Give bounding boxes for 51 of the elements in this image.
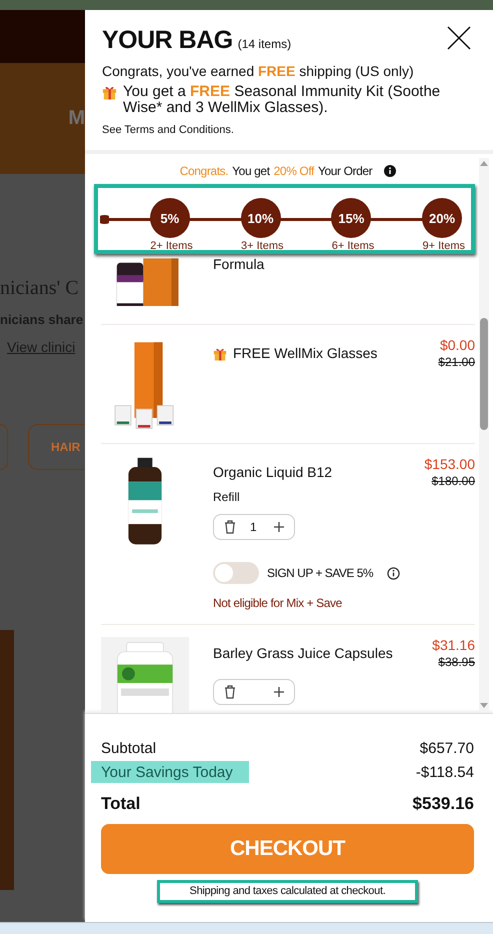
quantity-stepper[interactable]: [213, 679, 295, 705]
subscribe-toggle[interactable]: [213, 562, 259, 584]
original-price: $21.00: [438, 355, 475, 369]
trash-icon[interactable]: [224, 520, 236, 534]
tier-badge: 20%: [422, 198, 462, 238]
checkout-note: Shipping and taxes calculated at checkout.: [156, 880, 418, 903]
product-variant: Refill: [213, 490, 241, 504]
banner-text: M: [68, 107, 85, 130]
shipping-message: Congrats, you've earned FREE shipping (US only): [102, 63, 415, 80]
original-price: $38.95: [438, 655, 475, 669]
savings-value: -$118.54: [416, 764, 474, 780]
trash-icon[interactable]: [224, 685, 236, 699]
sale-price: $153.00: [424, 456, 475, 472]
tier-label: 3+ Items: [241, 240, 284, 252]
total-value: $539.16: [412, 794, 474, 814]
gift-message: You get a FREE Seasonal Immunity Kit (Soothe Wise* and 3 WellMix Glasses).: [123, 84, 442, 116]
tier-label: 9+ Items: [422, 240, 465, 252]
promo-text: You get: [232, 164, 270, 178]
original-price: $180.00: [432, 474, 475, 488]
product-name: Formula: [213, 255, 266, 274]
total-label: Total: [101, 794, 140, 814]
plus-icon[interactable]: [274, 522, 284, 532]
product-name: Barley Grass Juice Capsules: [213, 644, 393, 663]
tier-label: 2+ Items: [150, 240, 193, 252]
promo-text: 20% Off: [274, 164, 314, 178]
product-name: FREE WellMix Glasses: [213, 337, 378, 369]
savings-label: Your Savings Today: [91, 761, 249, 783]
gift-icon: [102, 84, 117, 100]
eligibility-note: Not eligible for Mix + Save: [213, 596, 343, 610]
info-icon[interactable]: [387, 566, 400, 580]
sale-price: $31.16: [432, 637, 475, 653]
promo-text: Congrats.: [180, 164, 228, 178]
checkout-button[interactable]: CHECKOUT: [101, 824, 474, 874]
promo-text: Your Order: [318, 164, 372, 178]
info-icon[interactable]: [384, 165, 396, 177]
sale-price: $0.00: [440, 337, 475, 353]
close-icon[interactable]: [447, 26, 471, 50]
item-count: (14 items): [238, 37, 292, 51]
terms-link[interactable]: See Terms and Conditions.: [102, 124, 476, 136]
quantity-stepper[interactable]: 1: [213, 514, 295, 540]
tier-label: 6+ Items: [332, 240, 374, 252]
scrollbar[interactable]: [479, 158, 489, 711]
tier-badge: 15%: [331, 198, 372, 238]
subscribe-label: SIGN UP + SAVE 5%: [267, 566, 374, 580]
tier-badge: 10%: [240, 198, 280, 238]
subtotal-label: Subtotal: [101, 740, 156, 756]
plus-icon[interactable]: [274, 687, 284, 697]
subtotal-value: $657.70: [420, 740, 474, 756]
bag-title: YOUR BAG: [102, 26, 233, 55]
product-name: Organic Liquid B12: [213, 463, 332, 482]
tier-badge: 5%: [150, 198, 190, 238]
